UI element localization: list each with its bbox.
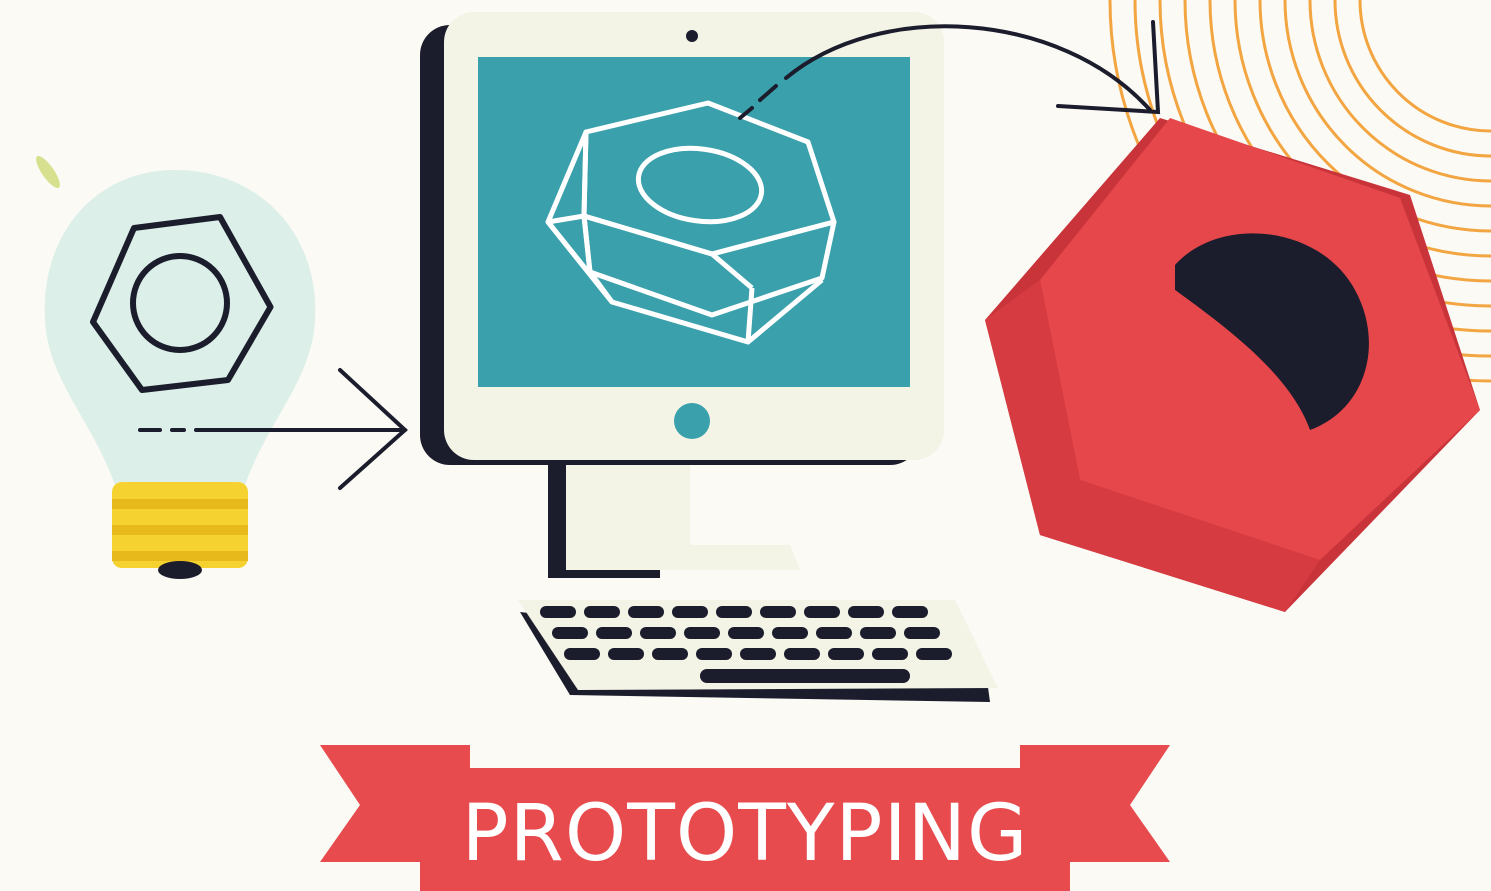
computer-icon [420,12,998,702]
bulb-glass [44,170,316,485]
hex-nut-icon [985,118,1480,612]
banner-title: PROTOTYPING [461,789,1029,879]
light-ray [36,156,60,188]
lightbulb-icon [36,156,316,579]
prototyping-illustration: PROTOTYPING [0,0,1491,891]
power-button [674,403,710,439]
illustration-canvas [36,0,1491,891]
bulb-tip [158,561,202,579]
monitor-stand [566,455,800,570]
camera-dot [686,30,698,42]
